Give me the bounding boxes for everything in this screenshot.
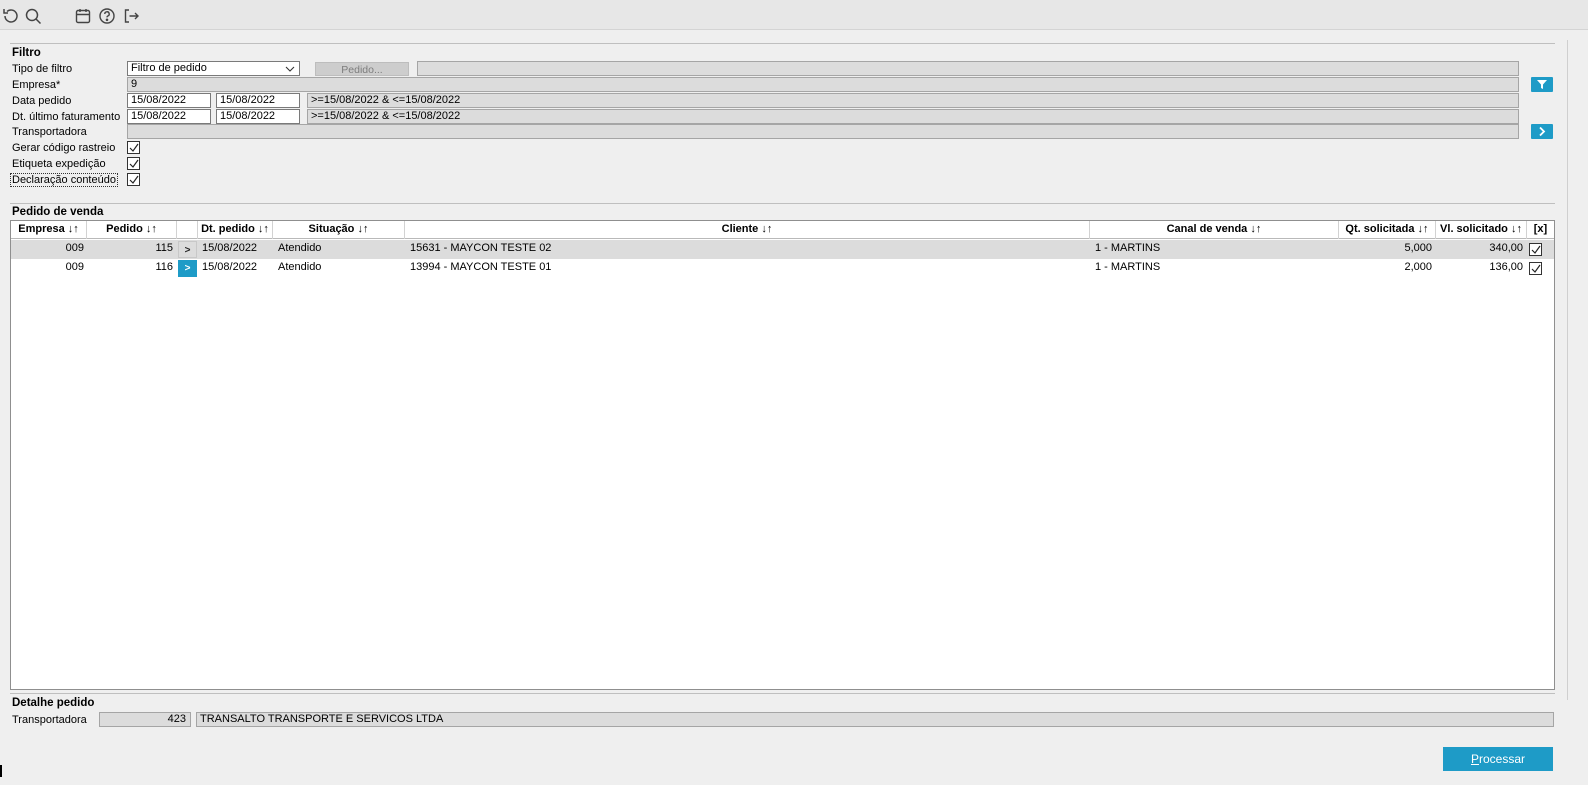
pedidos-separator — [10, 203, 1555, 204]
data-pedido-label: Data pedido — [12, 95, 72, 107]
cell-cliente: 13994 - MAYCON TESTE 01 — [410, 261, 552, 273]
declaracao-conteudo-label: Declaração conteúdo — [10, 173, 118, 187]
cell-dt-pedido: 15/08/2022 — [202, 261, 258, 273]
undo-icon[interactable] — [1, 7, 19, 25]
processar-mnemonic: P — [1470, 752, 1479, 766]
filter-title: Filtro — [12, 47, 41, 59]
pedidos-grid: Empresa ↓↑ Pedido ↓↑ Dt. pedido ↓↑ Situa… — [10, 220, 1555, 690]
col-vl-solicitado[interactable]: Vl. solicitado ↓↑ — [1436, 221, 1527, 239]
filter-button[interactable] — [1531, 77, 1553, 92]
gerar-codigo-rastreio-label: Gerar código rastreio — [12, 142, 116, 154]
transportadora-field[interactable] — [127, 124, 1519, 139]
tipo-filtro-select[interactable]: Filtro de pedido — [127, 61, 300, 76]
help-icon[interactable] — [98, 7, 116, 25]
cell-empresa: 009 — [65, 261, 84, 273]
tipo-filtro-label: Tipo de filtro — [12, 63, 73, 75]
processar-label: rocessar — [1479, 752, 1526, 766]
col-pedido[interactable]: Pedido ↓↑ — [87, 221, 177, 239]
row-open-button[interactable]: > — [178, 260, 197, 277]
dt-ultimo-faturamento-expression: >=15/08/2022 & <=15/08/2022 — [307, 109, 1519, 124]
col-situacao[interactable]: Situação ↓↑ — [273, 221, 405, 239]
data-pedido-to-input[interactable]: 15/08/2022 — [216, 93, 300, 108]
row-open-button[interactable]: > — [178, 241, 197, 258]
col-canal-venda[interactable]: Canal de venda ↓↑ — [1090, 221, 1339, 239]
search-icon[interactable] — [24, 7, 42, 25]
empresa-field[interactable]: 9 — [127, 77, 1519, 92]
col-action — [177, 221, 198, 239]
empresa-label: Empresa* — [12, 79, 61, 91]
cell-qt-solicitada: 2,000 — [1404, 261, 1432, 273]
cell-situacao: Atendido — [278, 242, 322, 254]
calendar-icon[interactable] — [74, 7, 92, 25]
filter-separator — [10, 43, 1555, 44]
row-select-checkbox[interactable] — [1529, 243, 1542, 256]
check-icon — [129, 143, 139, 152]
funnel-icon — [1537, 80, 1547, 89]
col-select-all[interactable]: [x] — [1527, 221, 1554, 239]
chevron-right-icon — [1539, 126, 1546, 137]
check-icon — [1531, 264, 1541, 273]
tipo-filtro-value: Filtro de pedido — [131, 62, 207, 74]
col-empresa[interactable]: Empresa ↓↑ — [11, 221, 87, 239]
logout-icon[interactable] — [122, 7, 140, 25]
dt-ultimo-faturamento-to-input[interactable]: 15/08/2022 — [216, 109, 300, 124]
detalhe-transportadora-label: Transportadora — [12, 714, 87, 726]
cell-canal-venda: 1 - MARTINS — [1095, 242, 1161, 254]
dt-ultimo-faturamento-label: Dt. último faturamento — [12, 111, 121, 123]
etiqueta-expedicao-label: Etiqueta expedição — [12, 158, 106, 170]
cell-pedido: 115 — [155, 242, 173, 254]
declaracao-conteudo-checkbox[interactable] — [127, 173, 140, 186]
pedido-display-field — [417, 61, 1519, 76]
chevron-down-icon — [285, 66, 295, 72]
cell-qt-solicitada: 5,000 — [1404, 242, 1432, 254]
gerar-codigo-rastreio-checkbox[interactable] — [127, 141, 140, 154]
check-icon — [129, 175, 139, 184]
grid-header: Empresa ↓↑ Pedido ↓↑ Dt. pedido ↓↑ Situa… — [11, 221, 1554, 239]
check-icon — [1531, 245, 1541, 254]
table-row[interactable]: 009 115 > 15/08/2022 Atendido 15631 - MA… — [11, 240, 1554, 259]
cell-situacao: Atendido — [278, 261, 322, 273]
table-row[interactable]: 009 116 > 15/08/2022 Atendido 13994 - MA… — [11, 259, 1554, 278]
col-cliente[interactable]: Cliente ↓↑ — [405, 221, 1090, 239]
cell-canal-venda: 1 - MARTINS — [1095, 261, 1161, 273]
processar-button[interactable]: Processar — [1443, 747, 1553, 771]
dt-ultimo-faturamento-from-input[interactable]: 15/08/2022 — [127, 109, 211, 124]
cell-vl-solicitado: 340,00 — [1489, 242, 1523, 254]
pedidos-title: Pedido de venda — [12, 206, 104, 218]
toolbar — [0, 0, 1588, 30]
col-qt-solicitada[interactable]: Qt. solicitada ↓↑ — [1339, 221, 1436, 239]
detalhe-transportadora-name: TRANSALTO TRANSPORTE E SERVICOS LTDA — [196, 712, 1554, 727]
cell-dt-pedido: 15/08/2022 — [202, 242, 258, 254]
detalhe-title: Detalhe pedido — [12, 697, 95, 709]
text-cursor — [0, 765, 2, 777]
transportadora-lookup-button[interactable] — [1531, 124, 1553, 139]
pedido-button[interactable]: Pedido... — [315, 62, 409, 76]
cell-pedido: 116 — [155, 261, 173, 273]
row-select-checkbox[interactable] — [1529, 262, 1542, 275]
detalhe-transportadora-code: 423 — [99, 712, 191, 727]
data-pedido-from-input[interactable]: 15/08/2022 — [127, 93, 211, 108]
cell-cliente: 15631 - MAYCON TESTE 02 — [410, 242, 552, 254]
right-border — [1567, 40, 1568, 700]
cell-empresa: 009 — [65, 242, 84, 254]
detalhe-separator — [10, 693, 1555, 694]
transportadora-label: Transportadora — [12, 126, 87, 138]
etiqueta-expedicao-checkbox[interactable] — [127, 157, 140, 170]
cell-vl-solicitado: 136,00 — [1489, 261, 1523, 273]
check-icon — [129, 159, 139, 168]
col-dt-pedido[interactable]: Dt. pedido ↓↑ — [198, 221, 273, 239]
data-pedido-expression: >=15/08/2022 & <=15/08/2022 — [307, 93, 1519, 108]
